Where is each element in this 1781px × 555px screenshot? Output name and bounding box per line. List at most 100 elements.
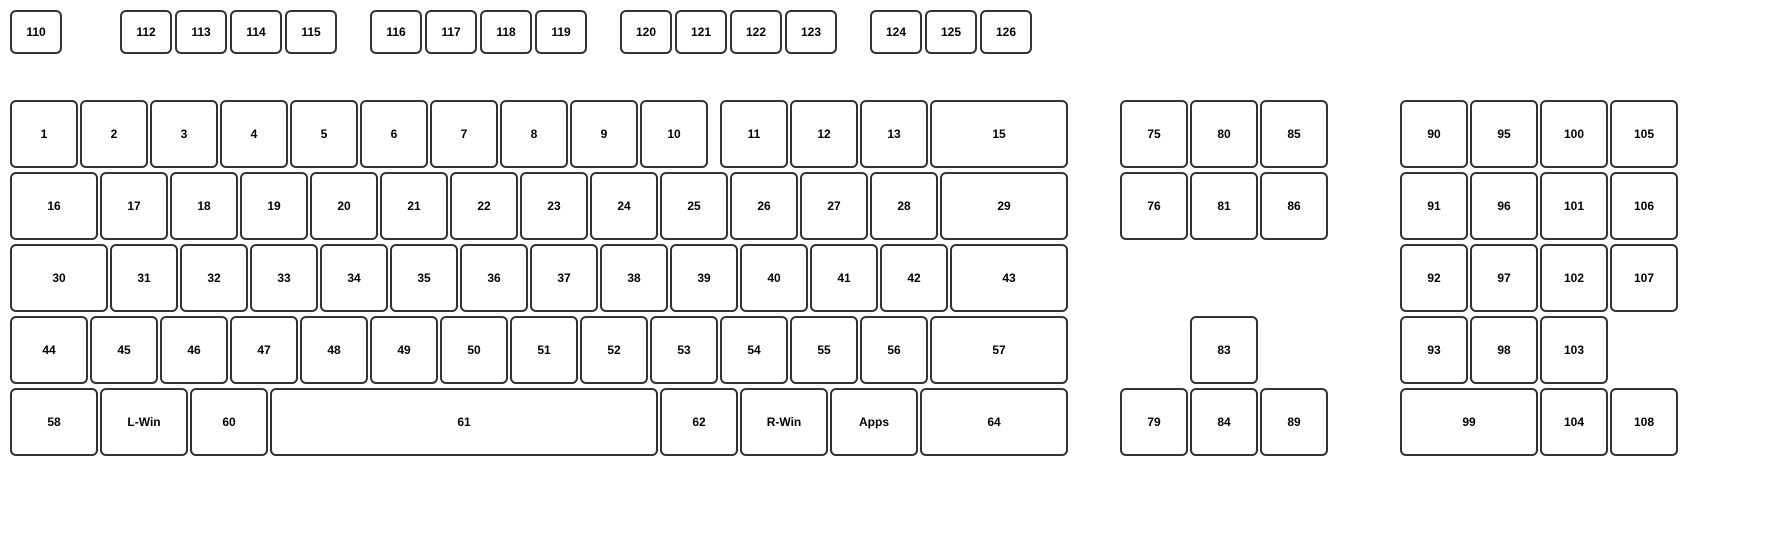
fn-key-116[interactable]: 116 (370, 10, 422, 54)
key-79[interactable]: 79 (1120, 388, 1188, 456)
key-106[interactable]: 106 (1610, 172, 1678, 240)
fn-key-126[interactable]: 126 (980, 10, 1032, 54)
key-R-Win[interactable]: R-Win (740, 388, 828, 456)
key-107[interactable]: 107 (1610, 244, 1678, 312)
key-84[interactable]: 84 (1190, 388, 1258, 456)
key-92[interactable]: 92 (1400, 244, 1468, 312)
key-54[interactable]: 54 (720, 316, 788, 384)
key-42[interactable]: 42 (880, 244, 948, 312)
key-37[interactable]: 37 (530, 244, 598, 312)
key-108[interactable]: 108 (1610, 388, 1678, 456)
key-31[interactable]: 31 (110, 244, 178, 312)
key-98[interactable]: 98 (1470, 316, 1538, 384)
key-83[interactable]: 83 (1190, 316, 1258, 384)
key-47[interactable]: 47 (230, 316, 298, 384)
key-24[interactable]: 24 (590, 172, 658, 240)
key-21[interactable]: 21 (380, 172, 448, 240)
key-16[interactable]: 16 (10, 172, 98, 240)
key-44[interactable]: 44 (10, 316, 88, 384)
fn-key-123[interactable]: 123 (785, 10, 837, 54)
key-18[interactable]: 18 (170, 172, 238, 240)
key-13[interactable]: 13 (860, 100, 928, 168)
key-26[interactable]: 26 (730, 172, 798, 240)
key-9[interactable]: 9 (570, 100, 638, 168)
fn-key-124[interactable]: 124 (870, 10, 922, 54)
key-64[interactable]: 64 (920, 388, 1068, 456)
key-81[interactable]: 81 (1190, 172, 1258, 240)
key-3[interactable]: 3 (150, 100, 218, 168)
key-89[interactable]: 89 (1260, 388, 1328, 456)
key-52[interactable]: 52 (580, 316, 648, 384)
fn-key-125[interactable]: 125 (925, 10, 977, 54)
key-17[interactable]: 17 (100, 172, 168, 240)
key-Apps[interactable]: Apps (830, 388, 918, 456)
fn-key-119[interactable]: 119 (535, 10, 587, 54)
key-97[interactable]: 97 (1470, 244, 1538, 312)
key-41[interactable]: 41 (810, 244, 878, 312)
key-60[interactable]: 60 (190, 388, 268, 456)
key-29[interactable]: 29 (940, 172, 1068, 240)
fn-key-118[interactable]: 118 (480, 10, 532, 54)
key-19[interactable]: 19 (240, 172, 308, 240)
key-56[interactable]: 56 (860, 316, 928, 384)
key-101[interactable]: 101 (1540, 172, 1608, 240)
key-22[interactable]: 22 (450, 172, 518, 240)
key-104[interactable]: 104 (1540, 388, 1608, 456)
key-61[interactable]: 61 (270, 388, 658, 456)
fn-key-122[interactable]: 122 (730, 10, 782, 54)
key-45[interactable]: 45 (90, 316, 158, 384)
fn-key-113[interactable]: 113 (175, 10, 227, 54)
key-20[interactable]: 20 (310, 172, 378, 240)
key-49[interactable]: 49 (370, 316, 438, 384)
fn-key-110[interactable]: 110 (10, 10, 62, 54)
key-51[interactable]: 51 (510, 316, 578, 384)
key-57[interactable]: 57 (930, 316, 1068, 384)
key-36[interactable]: 36 (460, 244, 528, 312)
key-15[interactable]: 15 (930, 100, 1068, 168)
key-L-Win[interactable]: L-Win (100, 388, 188, 456)
key-32[interactable]: 32 (180, 244, 248, 312)
key-38[interactable]: 38 (600, 244, 668, 312)
fn-key-112[interactable]: 112 (120, 10, 172, 54)
key-62[interactable]: 62 (660, 388, 738, 456)
key-27[interactable]: 27 (800, 172, 868, 240)
key-8[interactable]: 8 (500, 100, 568, 168)
key-40[interactable]: 40 (740, 244, 808, 312)
fn-key-120[interactable]: 120 (620, 10, 672, 54)
fn-key-121[interactable]: 121 (675, 10, 727, 54)
fn-key-114[interactable]: 114 (230, 10, 282, 54)
key-100[interactable]: 100 (1540, 100, 1608, 168)
key-25[interactable]: 25 (660, 172, 728, 240)
key-33[interactable]: 33 (250, 244, 318, 312)
key-93[interactable]: 93 (1400, 316, 1468, 384)
key-10[interactable]: 10 (640, 100, 708, 168)
key-5[interactable]: 5 (290, 100, 358, 168)
key-99[interactable]: 99 (1400, 388, 1538, 456)
key-23[interactable]: 23 (520, 172, 588, 240)
key-80[interactable]: 80 (1190, 100, 1258, 168)
key-95[interactable]: 95 (1470, 100, 1538, 168)
key-34[interactable]: 34 (320, 244, 388, 312)
key-12[interactable]: 12 (790, 100, 858, 168)
key-43[interactable]: 43 (950, 244, 1068, 312)
key-48[interactable]: 48 (300, 316, 368, 384)
fn-key-115[interactable]: 115 (285, 10, 337, 54)
key-7[interactable]: 7 (430, 100, 498, 168)
key-55[interactable]: 55 (790, 316, 858, 384)
key-30[interactable]: 30 (10, 244, 108, 312)
key-35[interactable]: 35 (390, 244, 458, 312)
key-1[interactable]: 1 (10, 100, 78, 168)
key-58[interactable]: 58 (10, 388, 98, 456)
key-50[interactable]: 50 (440, 316, 508, 384)
key-91[interactable]: 91 (1400, 172, 1468, 240)
key-11[interactable]: 11 (720, 100, 788, 168)
key-53[interactable]: 53 (650, 316, 718, 384)
key-2[interactable]: 2 (80, 100, 148, 168)
key-86[interactable]: 86 (1260, 172, 1328, 240)
fn-key-117[interactable]: 117 (425, 10, 477, 54)
key-39[interactable]: 39 (670, 244, 738, 312)
key-105[interactable]: 105 (1610, 100, 1678, 168)
key-85[interactable]: 85 (1260, 100, 1328, 168)
key-46[interactable]: 46 (160, 316, 228, 384)
key-6[interactable]: 6 (360, 100, 428, 168)
